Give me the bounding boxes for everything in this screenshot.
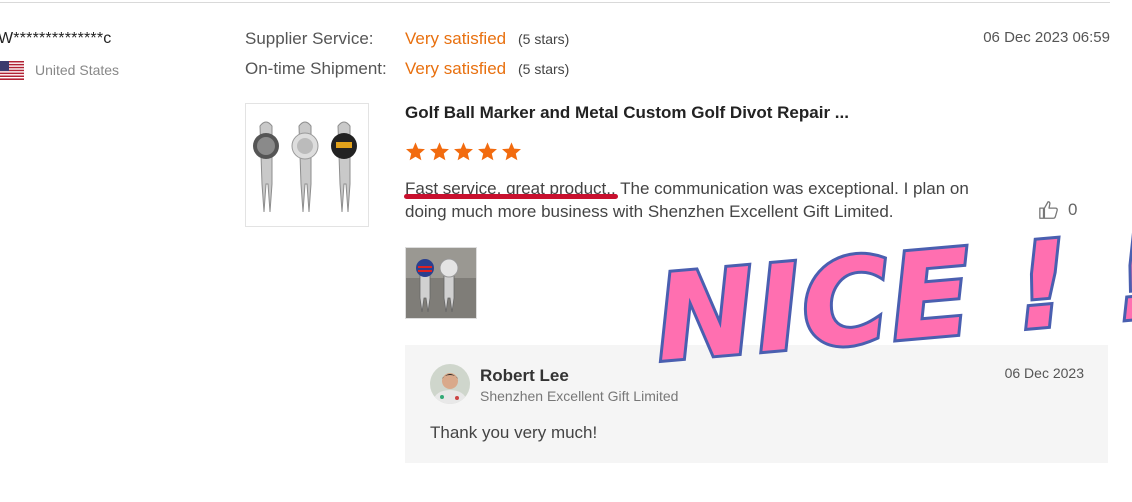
person-avatar-image bbox=[430, 364, 470, 404]
rating-stars-text: (5 stars) bbox=[518, 31, 570, 47]
product-title[interactable]: Golf Ball Marker and Metal Custom Golf D… bbox=[405, 103, 849, 123]
us-flag-icon bbox=[0, 61, 24, 80]
red-underline-annotation bbox=[404, 194, 618, 199]
divot-photo-image bbox=[406, 248, 476, 318]
product-thumbnail[interactable] bbox=[245, 103, 369, 227]
like-button[interactable]: 0 bbox=[1038, 199, 1077, 221]
supplier-reply: Robert Lee Shenzhen Excellent Gift Limit… bbox=[405, 345, 1108, 463]
star-icon bbox=[454, 142, 473, 161]
star-icon bbox=[478, 142, 497, 161]
star-icon bbox=[430, 142, 449, 161]
rating-label: On-time Shipment: bbox=[245, 59, 387, 78]
review-photo[interactable] bbox=[405, 247, 477, 319]
rating-value: Very satisfied bbox=[405, 59, 507, 78]
star-icon bbox=[502, 142, 521, 161]
review-text: Fast service, great product., The commun… bbox=[405, 179, 969, 221]
top-divider bbox=[0, 2, 1110, 3]
avatar bbox=[430, 364, 470, 404]
divot-tool-image bbox=[246, 104, 368, 226]
product-star-rating bbox=[405, 141, 522, 162]
reviewer-country: United States bbox=[35, 62, 120, 78]
like-count: 0 bbox=[1068, 200, 1078, 219]
reply-text: Thank you very much! bbox=[430, 423, 598, 442]
rating-value: Very satisfied bbox=[405, 29, 507, 48]
reply-date: 06 Dec 2023 bbox=[1004, 365, 1084, 381]
reply-company: Shenzhen Excellent Gift Limited bbox=[480, 388, 679, 404]
review-date: 06 Dec 2023 06:59 bbox=[983, 29, 1110, 46]
star-icon bbox=[406, 142, 425, 161]
rating-label: Supplier Service: bbox=[245, 29, 374, 48]
thumbs-up-icon bbox=[1039, 201, 1058, 219]
rating-stars-text: (5 stars) bbox=[518, 61, 570, 77]
reply-author-name: Robert Lee bbox=[480, 366, 569, 385]
reviewer-name: W**************c bbox=[0, 30, 112, 47]
